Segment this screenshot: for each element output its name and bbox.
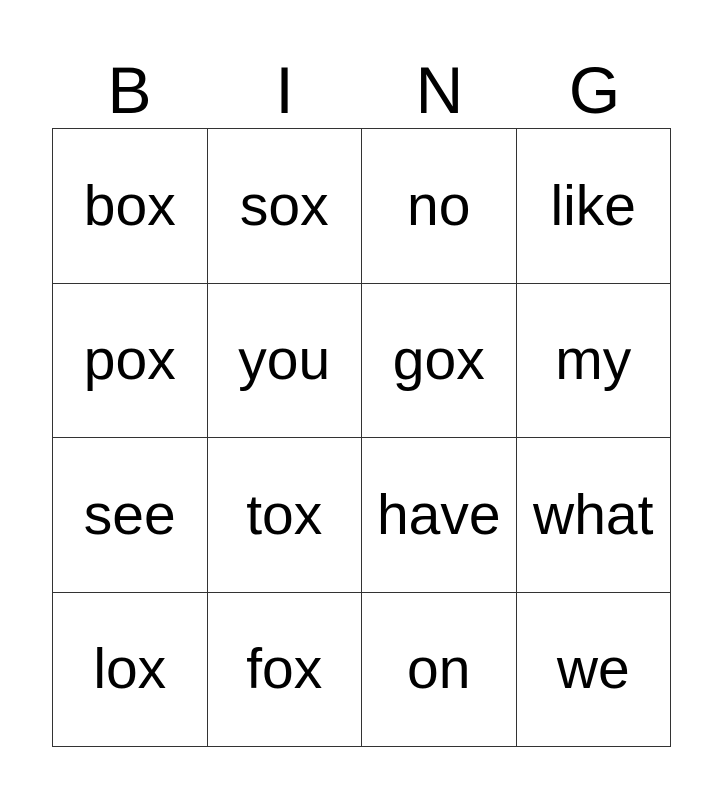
- bingo-cell: pox: [53, 283, 208, 438]
- bingo-cell: see: [53, 438, 208, 593]
- bingo-cell: gox: [362, 283, 517, 438]
- bingo-cell: sox: [207, 129, 362, 284]
- bingo-cell: have: [362, 438, 517, 593]
- bingo-cell: we: [516, 592, 671, 747]
- bingo-cell: what: [516, 438, 671, 593]
- bingo-cell: my: [516, 283, 671, 438]
- header-letter-i: I: [275, 53, 294, 127]
- bingo-header: B I N G: [52, 52, 672, 128]
- bingo-cell: on: [362, 592, 517, 747]
- bingo-cell: lox: [53, 592, 208, 747]
- header-letter-b: B: [107, 53, 152, 127]
- bingo-cell: you: [207, 283, 362, 438]
- bingo-cell: like: [516, 129, 671, 284]
- bingo-cell: no: [362, 129, 517, 284]
- header-letter-g: G: [568, 53, 621, 127]
- bingo-cell: fox: [207, 592, 362, 747]
- bingo-grid: box sox no like pox you gox my see tox h…: [52, 128, 671, 747]
- bingo-cell: box: [53, 129, 208, 284]
- bingo-cell: tox: [207, 438, 362, 593]
- header-letter-n: N: [415, 53, 464, 127]
